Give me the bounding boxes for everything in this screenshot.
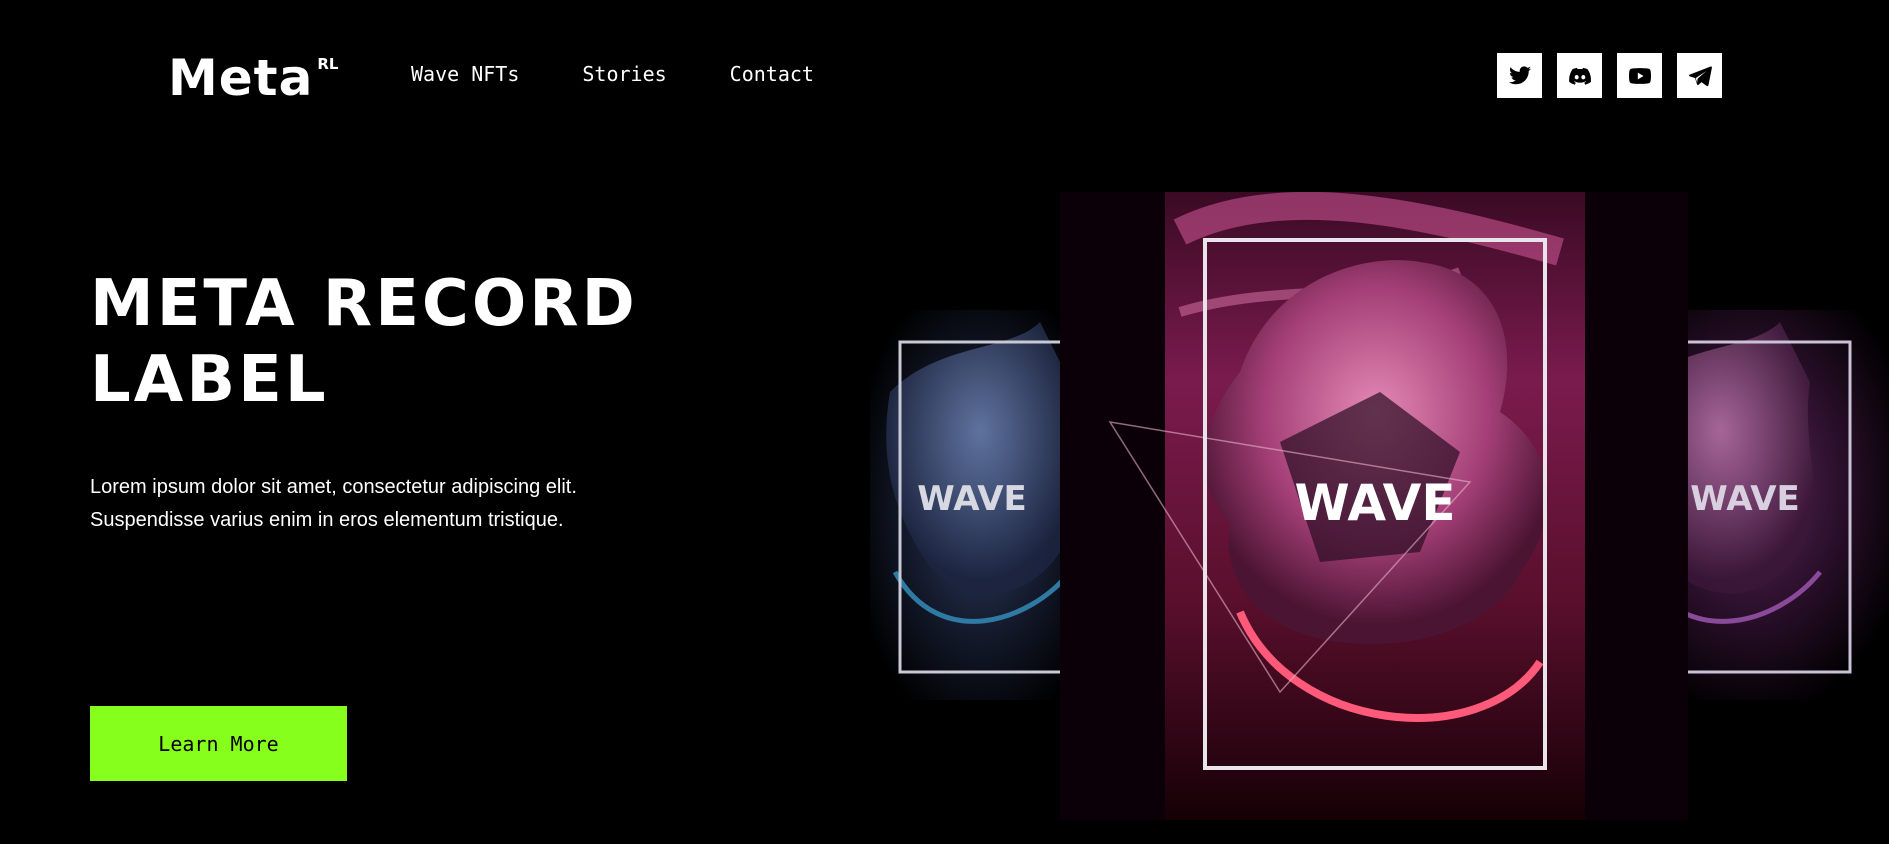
hero-title: META RECORD LABEL bbox=[90, 266, 710, 418]
hero-title-line-1: META RECORD bbox=[90, 267, 638, 341]
nav-link-stories[interactable]: Stories bbox=[582, 60, 666, 88]
nft-card-left[interactable]: WAVE bbox=[870, 310, 1090, 700]
telegram-icon bbox=[1688, 65, 1712, 86]
twitter-icon bbox=[1508, 65, 1531, 84]
center-card-label: WAVE bbox=[1294, 474, 1455, 532]
youtube-button[interactable] bbox=[1617, 53, 1662, 98]
hero-description: Lorem ipsum dolor sit amet, consectetur … bbox=[90, 476, 577, 531]
brand-logo[interactable]: Meta RL bbox=[168, 50, 338, 106]
discord-icon bbox=[1568, 67, 1591, 85]
youtube-icon bbox=[1628, 67, 1651, 84]
nav-link-contact[interactable]: Contact bbox=[730, 60, 814, 88]
main-nav: Wave NFTs Stories Contact bbox=[411, 60, 814, 88]
nft-card-center[interactable]: WAVE bbox=[1060, 192, 1688, 820]
twitter-button[interactable] bbox=[1497, 53, 1542, 98]
nft-artwork-showcase: WAVE WAVE WAVE bbox=[860, 192, 1889, 820]
nav-link-wave-nfts[interactable]: Wave NFTs bbox=[411, 60, 519, 88]
social-links bbox=[1497, 53, 1722, 98]
learn-more-button[interactable]: Learn More bbox=[90, 706, 347, 781]
nft-artwork-graphic: WAVE WAVE WAVE bbox=[870, 192, 1889, 820]
discord-button[interactable] bbox=[1557, 53, 1602, 98]
logo-superscript: RL bbox=[317, 55, 339, 73]
left-card-label: WAVE bbox=[917, 479, 1027, 519]
telegram-button[interactable] bbox=[1677, 53, 1722, 98]
logo-wordmark: Meta bbox=[168, 49, 314, 107]
hero-title-line-2: LABEL bbox=[90, 343, 329, 417]
right-card-label: WAVE bbox=[1690, 479, 1800, 519]
